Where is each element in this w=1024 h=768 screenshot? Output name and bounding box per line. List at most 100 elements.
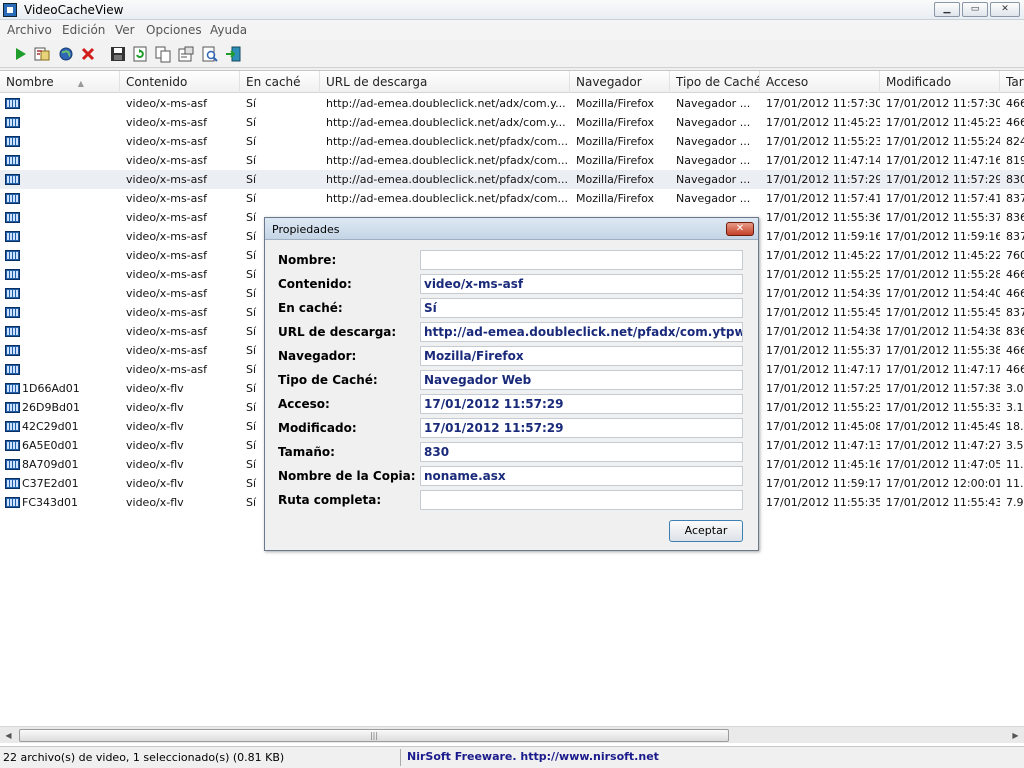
cell-acceso: 17/01/2012 11:47:13 [766, 439, 880, 452]
status-separator [400, 749, 401, 766]
field-label: Acceso: [278, 397, 330, 411]
cell-en-cache: Sí [246, 154, 257, 167]
field-value[interactable] [420, 490, 743, 510]
field-value[interactable]: noname.asx [420, 466, 743, 486]
cell-acceso: 17/01/2012 11:59:16 [766, 230, 880, 243]
cell-modificado: 17/01/2012 11:47:17 [886, 363, 1000, 376]
scroll-thumb[interactable]: ||| [19, 729, 729, 742]
field-label: Ruta completa: [278, 493, 382, 507]
dialog-close-button[interactable]: ✕ [726, 222, 754, 236]
cell-nombre [0, 132, 120, 151]
scroll-right-arrow-icon[interactable]: ▶ [1007, 727, 1024, 744]
cell-tipo-cache: Navegador ... [676, 116, 751, 129]
cell-en-cache: Sí [246, 173, 257, 186]
scroll-left-arrow-icon[interactable]: ◀ [0, 727, 17, 744]
field-value[interactable]: http://ad-emea.doubleclick.net/pfadx/com… [420, 322, 743, 342]
find-icon[interactable] [201, 45, 219, 63]
cell-contenido: video/x-ms-asf [126, 116, 207, 129]
cell-tamano: 466 [1006, 116, 1024, 129]
list-header: Nombre ▲ Contenido En caché URL de descar… [0, 71, 1024, 93]
cell-modificado: 17/01/2012 11:57:38 [886, 382, 1000, 395]
maximize-button[interactable]: ▭ [962, 2, 988, 17]
cell-contenido: video/x-ms-asf [126, 97, 207, 110]
field-value[interactable]: video/x-ms-asf [420, 274, 743, 294]
cell-tamano: 11. [1006, 477, 1024, 490]
column-header-acceso[interactable]: Acceso [760, 71, 880, 93]
menu-ayuda[interactable]: Ayuda [210, 23, 247, 37]
cell-url: http://ad-emea.doubleclick.net/pfadx/com… [326, 192, 568, 205]
cell-acceso: 17/01/2012 11:57:30 [766, 97, 880, 110]
field-value[interactable]: Navegador Web [420, 370, 743, 390]
column-header-modificado[interactable]: Modificado [880, 71, 1000, 93]
cell-contenido: video/x-ms-asf [126, 249, 207, 262]
cell-tamano: 837 [1006, 192, 1024, 205]
menu-archivo[interactable]: Archivo [7, 23, 52, 37]
cell-acceso: 17/01/2012 11:55:25 [766, 268, 880, 281]
cell-contenido: video/x-ms-asf [126, 306, 207, 319]
globe-icon[interactable] [57, 45, 75, 63]
cell-contenido: video/x-ms-asf [126, 192, 207, 205]
column-header-en-cache[interactable]: En caché [240, 71, 320, 93]
cell-modificado: 17/01/2012 11:57:41 [886, 192, 1000, 205]
cell-nombre [0, 360, 120, 379]
cell-url: http://ad-emea.doubleclick.net/adx/com.y… [326, 116, 566, 129]
horizontal-scrollbar[interactable]: ◀ ||| ▶ [0, 726, 1024, 743]
save-icon[interactable] [109, 45, 127, 63]
cell-acceso: 17/01/2012 11:55:37 [766, 344, 880, 357]
cell-nombre [0, 246, 120, 265]
cell-navegador: Mozilla/Firefox [576, 116, 655, 129]
field-value[interactable]: Sí [420, 298, 743, 318]
column-header-nombre[interactable]: Nombre ▲ [0, 71, 120, 93]
cell-nombre: 1D66Ad01 [22, 382, 80, 395]
cell-tamano: 760 [1006, 249, 1024, 262]
table-row[interactable]: video/x-ms-asf Sí http://ad-emea.doublecli… [0, 189, 1024, 208]
nirsoft-link[interactable]: NirSoft Freeware. http://www.nirsoft.net [407, 750, 659, 763]
field-label: Contenido: [278, 277, 352, 291]
cell-tamano: 466 [1006, 363, 1024, 376]
column-header-contenido[interactable]: Contenido [120, 71, 240, 93]
cell-acceso: 17/01/2012 11:55:23 [766, 401, 880, 414]
field-value[interactable]: 17/01/2012 11:57:29 [420, 418, 743, 438]
table-row[interactable]: video/x-ms-asf Sí http://ad-emea.doublecli… [0, 94, 1024, 113]
cell-acceso: 17/01/2012 11:55:23 [766, 135, 880, 148]
copy-icon[interactable] [154, 45, 172, 63]
table-row[interactable]: video/x-ms-asf Sí http://ad-emea.doublecli… [0, 113, 1024, 132]
exit-icon[interactable] [224, 45, 242, 63]
refresh-icon[interactable] [131, 45, 149, 63]
minimize-button[interactable]: ▁ [934, 2, 960, 17]
menu-edicion[interactable]: Edición [62, 23, 105, 37]
field-value[interactable]: 17/01/2012 11:57:29 [420, 394, 743, 414]
field-value[interactable] [420, 250, 743, 270]
cell-tamano: 3.1 [1006, 401, 1024, 414]
field-label: Nombre: [278, 253, 337, 267]
cell-acceso: 17/01/2012 11:47:17 [766, 363, 880, 376]
field-label: URL de descarga: [278, 325, 397, 339]
cell-contenido: video/x-ms-asf [126, 363, 207, 376]
cell-modificado: 17/01/2012 11:57:29 [886, 173, 1000, 186]
column-header-tipo-cache[interactable]: Tipo de Caché [670, 71, 760, 93]
cell-contenido: video/x-flv [126, 382, 184, 395]
export-icon[interactable] [33, 45, 51, 63]
properties-icon[interactable] [177, 45, 195, 63]
table-row[interactable]: video/x-ms-asf Sí http://ad-emea.doublecli… [0, 170, 1024, 189]
field-value[interactable]: Mozilla/Firefox [420, 346, 743, 366]
cell-modificado: 17/01/2012 11:45:23 [886, 116, 1000, 129]
cell-nombre [0, 170, 120, 189]
table-row[interactable]: video/x-ms-asf Sí http://ad-emea.doublecli… [0, 132, 1024, 151]
column-header-url[interactable]: URL de descarga [320, 71, 570, 93]
cell-tamano: 819 [1006, 154, 1024, 167]
field-value[interactable]: 830 [420, 442, 743, 462]
delete-icon[interactable] [79, 45, 97, 63]
menu-opciones[interactable]: Opciones [146, 23, 202, 37]
column-header-tamano[interactable]: Tar [1000, 71, 1024, 93]
cell-tamano: 11. [1006, 458, 1024, 471]
cell-en-cache: Sí [246, 116, 257, 129]
accept-button[interactable]: Aceptar [669, 520, 743, 542]
menu-ver[interactable]: Ver [115, 23, 135, 37]
dialog-title: Propiedades [272, 223, 340, 236]
play-icon[interactable] [11, 45, 29, 63]
close-window-button[interactable]: ✕ [990, 2, 1020, 17]
table-row[interactable]: video/x-ms-asf Sí http://ad-emea.doublecli… [0, 151, 1024, 170]
column-header-navegador[interactable]: Navegador [570, 71, 670, 93]
cell-nombre [0, 322, 120, 341]
